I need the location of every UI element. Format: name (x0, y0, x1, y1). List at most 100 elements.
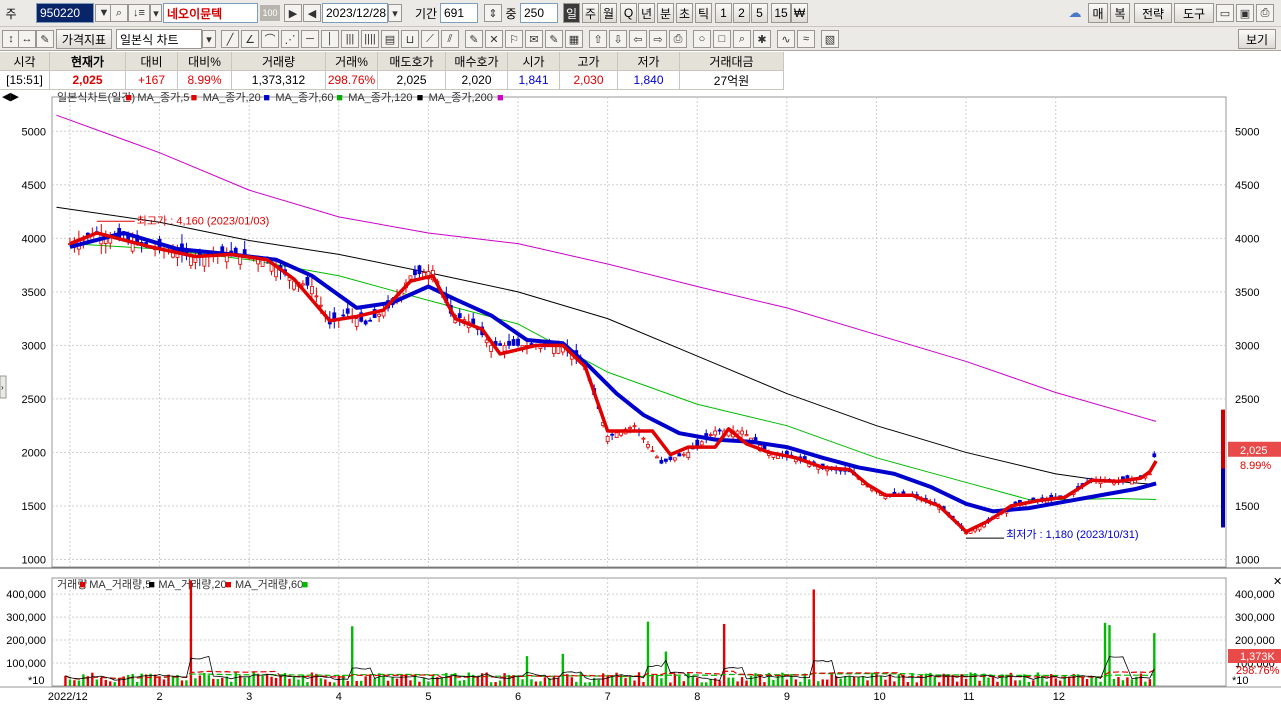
fan-icon[interactable]: ⋰ (281, 30, 299, 48)
tools-button[interactable]: 도구 (1174, 3, 1214, 23)
flag-icon[interactable]: ⚐ (505, 30, 523, 48)
price-legend-dot: ■ (336, 92, 343, 104)
stock-chart[interactable]: ◀▶›1000100015001500200020002500250030003… (0, 91, 1281, 707)
interval-button-11[interactable]: 15 (771, 3, 791, 23)
volume-bar (382, 675, 385, 686)
chart-type-dropdown-icon[interactable]: ▾ (202, 30, 216, 48)
note-icon[interactable]: ✉ (525, 30, 543, 48)
interval-button-5[interactable]: 분 (657, 3, 674, 23)
interval-button-4[interactable]: 년 (638, 3, 655, 23)
candle-body (713, 430, 718, 436)
price-tick-left: 3500 (22, 287, 46, 299)
settings-icon[interactable]: ▧ (821, 30, 839, 48)
table-icon[interactable]: ▤ (381, 30, 399, 48)
volume-bar (1059, 680, 1062, 686)
interval-button-12[interactable]: ₩ (791, 3, 808, 23)
arc-icon[interactable]: ⌒ (261, 30, 279, 48)
candle-body (471, 318, 476, 325)
circle-icon[interactable]: ○ (693, 30, 711, 48)
interval-button-1[interactable]: 주 (582, 3, 599, 23)
cloud-icon[interactable]: ☁ (1064, 4, 1086, 22)
angle-icon[interactable]: ∠ (241, 30, 259, 48)
quote-value-11: 27억원 (680, 71, 784, 90)
wave-icon[interactable]: ∿ (777, 30, 795, 48)
period-input[interactable]: 691 (440, 3, 478, 23)
volume-bar (333, 682, 336, 686)
ray-icon[interactable]: ⟋ (421, 30, 439, 48)
view-button[interactable]: 보기 (1238, 29, 1276, 49)
date-dropdown-icon[interactable]: ▾ (388, 4, 402, 22)
volume-bar (525, 656, 529, 686)
quote-value-7: 2,020 (446, 71, 508, 90)
volume-bar (1090, 676, 1093, 686)
volume-bar (230, 681, 233, 686)
sell-button[interactable]: 매 (1088, 3, 1108, 23)
print-icon[interactable]: ⎙ (1256, 4, 1274, 22)
trendline-icon[interactable]: ╱ (221, 30, 239, 48)
edit2-icon[interactable]: ✎ (545, 30, 563, 48)
parallel-icon[interactable]: ⫽ (441, 30, 459, 48)
grid-icon[interactable]: ▦ (565, 30, 583, 48)
edit-icon[interactable]: ✎ (36, 30, 54, 48)
move-up-icon[interactable]: ⇧ (589, 30, 607, 48)
candle-body (740, 430, 744, 435)
volume-bar (100, 677, 103, 686)
volume-bar (964, 678, 968, 686)
indicator-button[interactable]: 가격지표 (56, 29, 112, 49)
volume-bar (1099, 681, 1102, 686)
stock-code-input[interactable]: 950220 (36, 3, 94, 23)
channel-icon[interactable]: ||| (341, 30, 359, 48)
volume-legend-dot: ■ (79, 579, 86, 591)
fibo-icon[interactable]: ⊔ (401, 30, 419, 48)
sort-icon[interactable]: ↓≡ (128, 4, 150, 22)
zoom-input[interactable]: 250 (520, 3, 558, 23)
stock-name-field[interactable]: 네오이뮨텍 (163, 3, 258, 23)
move-left-icon[interactable]: ⇦ (629, 30, 647, 48)
move-right-icon[interactable]: ⇨ (649, 30, 667, 48)
pencil-icon[interactable]: ✎ (465, 30, 483, 48)
stepper-icon[interactable]: ⇕ (484, 4, 502, 22)
buy-button[interactable]: 복 (1110, 3, 1130, 23)
interval-button-9[interactable]: 2 (733, 3, 750, 23)
interval-button-3[interactable]: Q (620, 3, 637, 23)
next-play-icon[interactable]: ▶ (284, 4, 302, 22)
volume-bar (409, 680, 412, 686)
interval-button-7[interactable]: 틱 (695, 3, 712, 23)
volume-bar (1139, 673, 1143, 686)
interval-button-6[interactable]: 초 (676, 3, 693, 23)
erase-icon[interactable]: ✕ (485, 30, 503, 48)
print2-icon[interactable]: ⎙ (669, 30, 687, 48)
zoom-icon[interactable]: ⌕ (733, 30, 751, 48)
volume-bar (1112, 678, 1116, 686)
rect-icon[interactable]: □ (713, 30, 731, 48)
volume-bar (588, 682, 591, 686)
quote-header-10: 저가 (618, 52, 680, 71)
interval-button-2[interactable]: 월 (600, 3, 617, 23)
volume-bar (718, 680, 721, 686)
date-field[interactable]: 2023/12/28 (322, 3, 388, 23)
vline-icon[interactable]: │ (321, 30, 339, 48)
candle-body (511, 339, 516, 346)
sort-dropdown-icon[interactable]: ▾ (150, 4, 162, 22)
folder-icon[interactable]: ▭ (1216, 4, 1234, 22)
strategy-button[interactable]: 전략 (1134, 3, 1172, 23)
interval-button-8[interactable]: 1 (715, 3, 732, 23)
marker-icon[interactable]: ✱ (753, 30, 771, 48)
volume-bar (216, 679, 219, 686)
prev-play-icon[interactable]: ◀ (303, 4, 321, 22)
stock-badge: 100 (260, 5, 280, 21)
approx-icon[interactable]: ≈ (797, 30, 815, 48)
candle-body (681, 453, 686, 456)
hline-icon[interactable]: ─ (301, 30, 319, 48)
move-down-icon[interactable]: ⇩ (609, 30, 627, 48)
volume-bar (104, 679, 107, 686)
interval-button-10[interactable]: 5 (751, 3, 768, 23)
save-icon[interactable]: ▣ (1236, 4, 1254, 22)
period-label: 기간 (414, 6, 438, 21)
interval-button-0[interactable]: 일 (563, 3, 580, 23)
leftright-icon[interactable]: ↔ (18, 30, 36, 48)
chart-type-select[interactable]: 일본식 차트 (116, 29, 202, 49)
search-icon[interactable]: ⌕ (110, 4, 128, 22)
grid-lines-icon[interactable]: |||| (361, 30, 379, 48)
volume-bar (790, 674, 793, 686)
